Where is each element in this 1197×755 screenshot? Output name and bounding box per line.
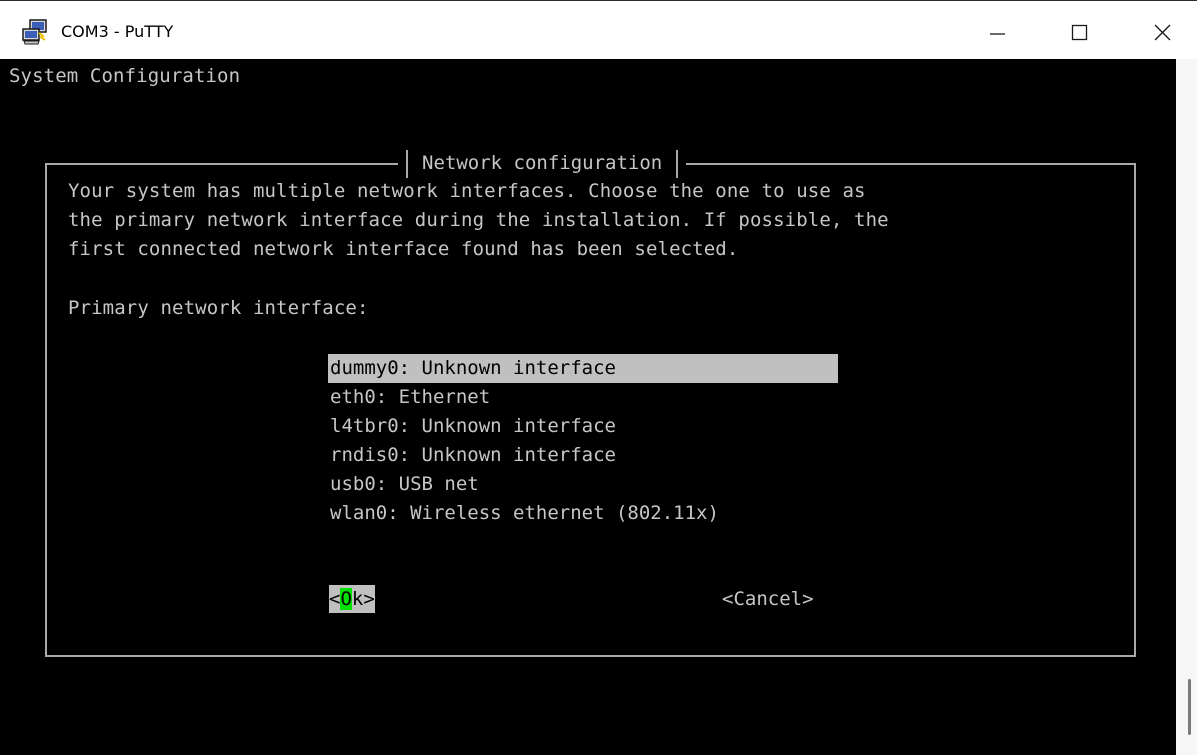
minimize-button[interactable] [971, 1, 1033, 59]
interface-prompt: Primary network interface: [68, 297, 369, 319]
maximize-button[interactable] [1047, 1, 1109, 59]
maximize-icon [1071, 24, 1088, 41]
window-title: COM3 - PuTTY [61, 22, 174, 41]
ok-button-prefix: < [329, 588, 341, 610]
putty-computers-icon[interactable] [21, 19, 49, 45]
ok-button-hotkey: O [340, 588, 352, 610]
ok-button[interactable]: <Ok> [329, 585, 375, 613]
dialog-title-bar: Network configuration [398, 148, 687, 180]
interface-option-eth0[interactable]: eth0: Ethernet [328, 383, 838, 412]
dialog-description-line: the primary network interface during the… [68, 209, 889, 231]
interface-option-wlan0[interactable]: wlan0: Wireless ethernet (802.11x) [328, 499, 838, 528]
ok-button-suffix: k> [351, 588, 375, 610]
screen-header: System Configuration [9, 65, 241, 87]
dialog-description-line: Your system has multiple network interfa… [68, 180, 866, 202]
terminal-screen[interactable]: System Configuration Network configurati… [0, 59, 1176, 755]
scrollbar-thumb[interactable] [1188, 679, 1191, 735]
dialog-title: Network configuration [422, 151, 663, 174]
vertical-scrollbar[interactable] [1176, 59, 1197, 755]
close-icon [1154, 24, 1171, 41]
putty-window: COM3 - PuTTY System Configuration Networ… [0, 0, 1197, 755]
interface-option-rndis0[interactable]: rndis0: Unknown interface [328, 441, 838, 470]
title-bar[interactable]: COM3 - PuTTY [0, 1, 1197, 59]
interface-option-usb0[interactable]: usb0: USB net [328, 470, 838, 499]
cancel-button[interactable]: <Cancel> [722, 585, 814, 613]
interface-list[interactable]: dummy0: Unknown interface eth0: Ethernet… [328, 354, 838, 528]
minimize-icon [990, 33, 1005, 35]
interface-option-l4tbr0[interactable]: l4tbr0: Unknown interface [328, 412, 838, 441]
interface-option-dummy0[interactable]: dummy0: Unknown interface [328, 354, 838, 383]
dialog-description-line: first connected network interface found … [68, 238, 739, 260]
close-button[interactable] [1130, 1, 1192, 59]
